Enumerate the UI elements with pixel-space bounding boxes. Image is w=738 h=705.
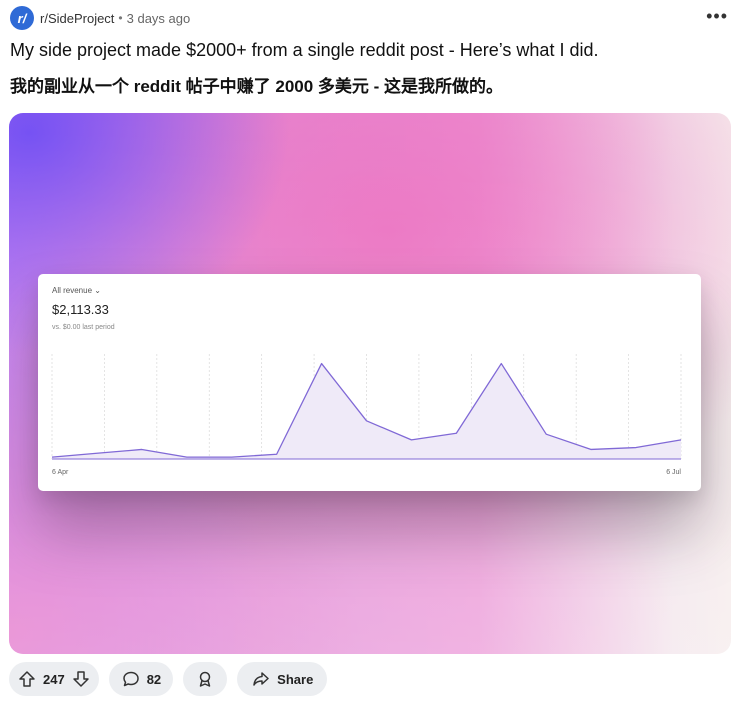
share-button[interactable]: Share xyxy=(237,662,328,696)
comment-count: 82 xyxy=(146,671,162,687)
subreddit-avatar[interactable]: r/ xyxy=(10,6,34,30)
more-options-icon[interactable]: ••• xyxy=(706,6,728,27)
vote-score: 247 xyxy=(43,671,65,687)
post-header: r/ r/SideProject • 3 days ago xyxy=(10,6,190,30)
arrow-up-icon[interactable] xyxy=(17,669,37,689)
post-actions: 247 82 Share xyxy=(9,662,337,696)
post-age: 3 days ago xyxy=(126,10,191,26)
arrow-down-icon[interactable] xyxy=(71,669,91,689)
share-label: Share xyxy=(277,671,314,687)
award-icon xyxy=(195,669,215,689)
post-title-translation: 我的副业从一个 reddit 帖子中赚了 2000 多美元 - 这是我所做的。 xyxy=(10,77,504,96)
vote-bar: 247 xyxy=(9,662,99,696)
post-image[interactable]: All revenue ⌄ $2,113.33 vs. $0.00 last p… xyxy=(9,113,731,654)
comments-button[interactable]: 82 xyxy=(108,662,174,696)
separator-dot: • xyxy=(118,11,123,25)
x-tick-label-start: 6 Apr xyxy=(52,469,69,476)
revenue-chart: 6 Apr 6 Jul xyxy=(51,354,681,476)
comment-icon xyxy=(121,669,141,689)
award-button[interactable] xyxy=(183,662,228,696)
post-title[interactable]: My side project made $2000+ from a singl… xyxy=(10,40,598,61)
x-tick-label-end: 6 Jul xyxy=(666,469,681,476)
revenue-card: All revenue ⌄ $2,113.33 vs. $0.00 last p… xyxy=(38,274,701,491)
share-icon xyxy=(251,669,271,689)
subreddit-name[interactable]: r/SideProject xyxy=(40,11,114,26)
